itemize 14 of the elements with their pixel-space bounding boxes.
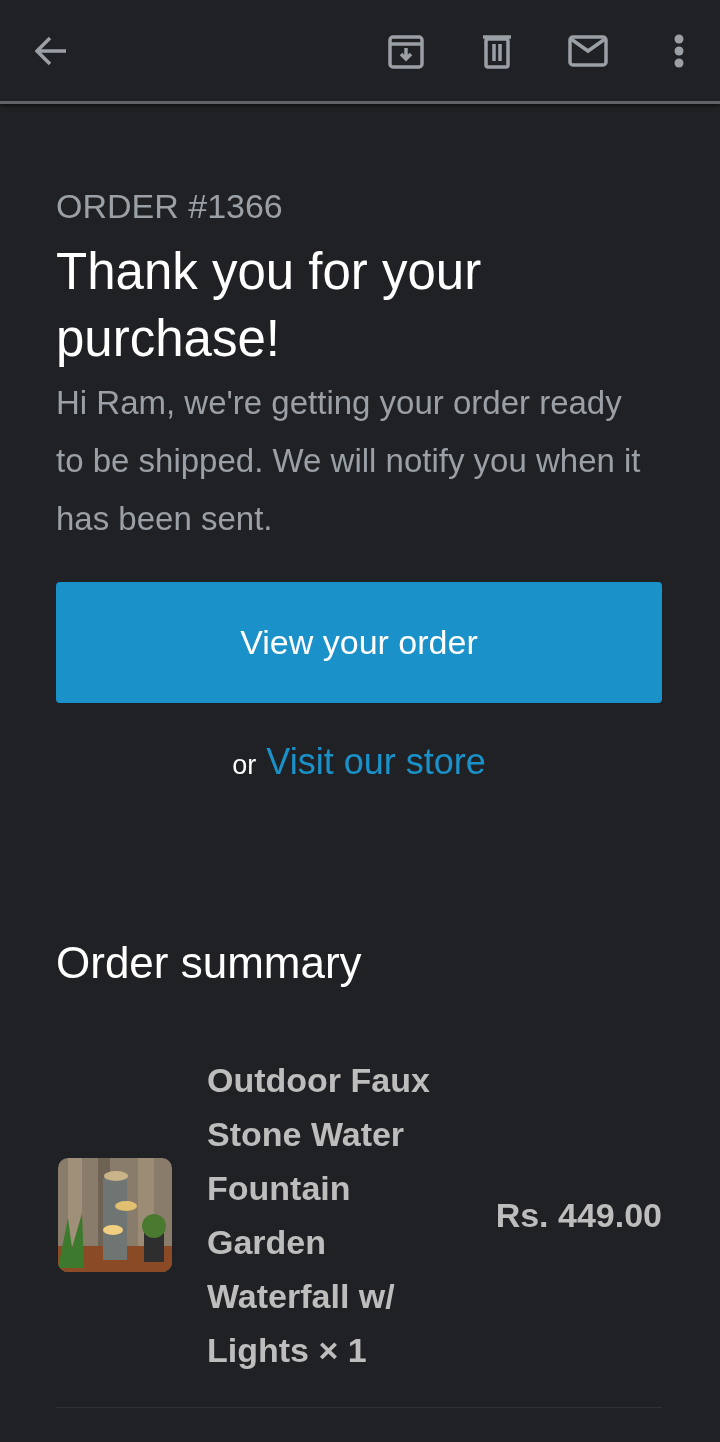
view-order-button[interactable]: View your order xyxy=(56,582,662,703)
back-arrow-icon xyxy=(35,35,67,66)
archive-icon xyxy=(388,32,424,69)
mail-icon xyxy=(568,34,608,67)
more-icon xyxy=(674,33,684,68)
thank-you-heading: Thank you for your purchase! xyxy=(56,242,483,369)
product-price: Rs. 449.00 xyxy=(495,1195,662,1235)
trash-icon xyxy=(482,32,512,69)
order-message: Hi Ram, we're getting your order ready to be shipped. We will notify you when it has been sent. xyxy=(56,383,642,539)
visit-store-link[interactable]: Visit our store xyxy=(266,741,486,783)
order-summary-heading: Order summary xyxy=(56,937,362,989)
product-name: Outdoor Faux Stone Water Fountain Garden Waterfall w/ Lights × 1 xyxy=(207,1060,431,1371)
or-text: or xyxy=(232,750,257,781)
order-number: ORDER #1366 xyxy=(56,186,283,227)
